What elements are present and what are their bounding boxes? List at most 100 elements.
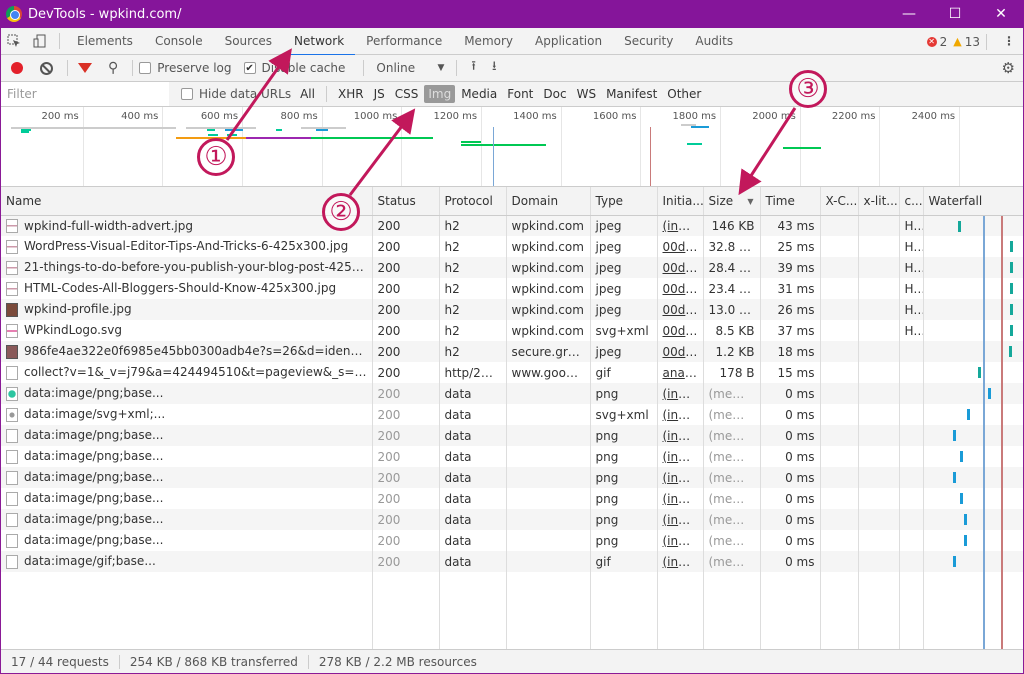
tab-audits[interactable]: Audits [684, 28, 744, 55]
record-button[interactable] [11, 62, 23, 74]
tab-security[interactable]: Security [613, 28, 684, 55]
tab-elements[interactable]: Elements [66, 28, 144, 55]
initiator-text[interactable]: 00d3... [663, 261, 703, 275]
initiator-text[interactable]: (index) [663, 513, 703, 527]
cell-initiator[interactable]: 00d3... [657, 341, 704, 362]
table-row[interactable]: data:image/svg+xml;... 200 data svg+xml (ind… [1, 404, 1023, 425]
initiator-text[interactable]: (index) [663, 429, 703, 443]
type-filter-media[interactable]: Media [457, 85, 501, 103]
cell-initiator[interactable]: (index) [657, 446, 704, 467]
column-header-xc[interactable]: X-C... [820, 187, 859, 216]
initiator-text[interactable]: 00d3... [663, 324, 703, 338]
cell-initiator[interactable]: (index) [657, 488, 704, 509]
cell-initiator[interactable]: (index) [657, 383, 704, 404]
column-header-waterfall[interactable]: Waterfall [923, 187, 1023, 216]
table-row[interactable]: data:image/gif;base... 200 data gif (index) (… [1, 551, 1023, 572]
filter-icon[interactable] [78, 63, 92, 73]
column-header-name[interactable]: Name [1, 187, 373, 216]
table-row[interactable]: HTML-Codes-All-Bloggers-Should-Know-425x… [1, 278, 1023, 299]
minimize-button[interactable]: — [886, 0, 932, 28]
type-filter-doc[interactable]: Doc [539, 85, 570, 103]
table-row[interactable]: data:image/png;base... 200 data png (index) (… [1, 488, 1023, 509]
type-filter-xhr[interactable]: XHR [334, 85, 368, 103]
column-header-c[interactable]: c... [899, 187, 924, 216]
cell-initiator[interactable]: (index) [657, 551, 704, 572]
more-options-icon[interactable]: ⋮ [1003, 28, 1015, 55]
cell-initiator[interactable]: (index) [657, 404, 704, 425]
initiator-text[interactable]: (index) [663, 471, 703, 485]
table-row[interactable]: 21-things-to-do-before-you-publish-your-… [1, 257, 1023, 278]
column-header-time[interactable]: Time [760, 187, 821, 216]
column-header-domain[interactable]: Domain [506, 187, 591, 216]
cell-initiator[interactable]: 00d3... [657, 257, 704, 278]
table-row[interactable]: wpkind-full-width-advert.jpg 200 h2 wpkind.… [1, 215, 1023, 236]
type-filter-font[interactable]: Font [503, 85, 537, 103]
tab-application[interactable]: Application [524, 28, 613, 55]
cell-initiator[interactable]: (index) [657, 425, 704, 446]
maximize-button[interactable]: ☐ [932, 0, 978, 28]
type-filter-manifest[interactable]: Manifest [602, 85, 661, 103]
import-har-icon[interactable]: ⭱ [471, 57, 476, 79]
column-header-initia[interactable]: Initia... [657, 187, 704, 216]
initiator-text[interactable]: 00d3... [663, 282, 703, 296]
search-icon[interactable]: ⚲ [108, 60, 118, 76]
column-header-status[interactable]: Status [372, 187, 440, 216]
initiator-text[interactable]: (index) [663, 555, 703, 569]
preserve-log-checkbox[interactable] [139, 62, 152, 74]
cell-initiator[interactable]: 00d3... [657, 299, 704, 320]
issue-counters[interactable]: ✕ 2 ▲ 13 [926, 28, 993, 55]
tab-performance[interactable]: Performance [355, 28, 453, 55]
table-row[interactable]: 986fe4ae322e0f6985e45bb0300adb4e?s=26&d=… [1, 341, 1023, 362]
cell-initiator[interactable]: 00d3... [657, 320, 704, 341]
type-filter-css[interactable]: CSS [391, 85, 423, 103]
cell-initiator[interactable]: (index) [657, 215, 704, 236]
type-filter-all[interactable]: All [296, 85, 319, 103]
tab-memory[interactable]: Memory [453, 28, 524, 55]
type-filter-img[interactable]: Img [424, 85, 456, 103]
initiator-text[interactable]: 00d3... [663, 240, 703, 254]
device-toolbar-icon[interactable] [27, 28, 53, 54]
table-row[interactable]: data:image/png;base... 200 data png (index) (… [1, 446, 1023, 467]
type-filter-other[interactable]: Other [663, 85, 705, 103]
initiator-text[interactable]: (index) [663, 219, 703, 233]
settings-gear-icon[interactable]: ⚙ [1002, 55, 1015, 82]
initiator-text[interactable]: (index) [663, 408, 703, 422]
initiator-text[interactable]: 00d3... [663, 303, 703, 317]
tab-network[interactable]: Network [283, 28, 356, 56]
table-row[interactable]: data:image/png;base... 200 data png (index) (… [1, 425, 1023, 446]
hide-data-urls-checkbox[interactable] [181, 88, 193, 100]
table-row[interactable]: data:image/png;base... 200 data png (index) (… [1, 383, 1023, 404]
cell-initiator[interactable]: (index) [657, 509, 704, 530]
close-button[interactable]: ✕ [978, 0, 1024, 28]
initiator-text[interactable]: (index) [663, 534, 703, 548]
table-row[interactable]: WordPress-Visual-Editor-Tips-And-Tricks-… [1, 236, 1023, 257]
tab-console[interactable]: Console [144, 28, 214, 55]
table-row[interactable]: WPkindLogo.svg 200 h2 wpkind.com svg+xml 00d3… [1, 320, 1023, 341]
initiator-text[interactable]: analy... [663, 366, 703, 380]
throttling-select[interactable]: Online ▼ [370, 61, 450, 75]
initiator-text[interactable]: 00d3... [663, 345, 703, 359]
cell-initiator[interactable]: (index) [657, 467, 704, 488]
table-row[interactable]: data:image/png;base... 200 data png (index) (… [1, 467, 1023, 488]
initiator-text[interactable]: (index) [663, 492, 703, 506]
column-header-size[interactable]: Size ▼ [703, 187, 761, 216]
table-row[interactable]: wpkind-profile.jpg 200 h2 wpkind.com jpeg 00d… [1, 299, 1023, 320]
timeline-overview[interactable]: 200 ms 400 ms 600 ms 800 ms 1000 ms 1200 ms 14… [1, 107, 1023, 187]
cell-initiator[interactable]: 00d3... [657, 278, 704, 299]
initiator-text[interactable]: (index) [663, 450, 703, 464]
column-header-xlit[interactable]: x-lit... [858, 187, 900, 216]
tab-sources[interactable]: Sources [214, 28, 283, 55]
type-filter-ws[interactable]: WS [573, 85, 600, 103]
export-har-icon[interactable]: ⭳ [492, 57, 497, 79]
column-header-type[interactable]: Type [590, 187, 658, 216]
disable-cache-checkbox[interactable]: ✔ [243, 62, 256, 74]
initiator-text[interactable]: (index) [663, 387, 703, 401]
clear-icon[interactable] [40, 61, 53, 75]
inspect-element-icon[interactable] [1, 28, 27, 54]
cell-initiator[interactable]: 00d3... [657, 236, 704, 257]
cell-initiator[interactable]: (index) [657, 530, 704, 551]
table-row[interactable]: data:image/png;base... 200 data png (index) (… [1, 509, 1023, 530]
table-row[interactable]: data:image/png;base... 200 data png (index) (… [1, 530, 1023, 551]
filter-input[interactable] [1, 82, 169, 106]
table-row[interactable]: collect?v=1&_v=j79&a=424494510&t=pagevie… [1, 362, 1023, 383]
